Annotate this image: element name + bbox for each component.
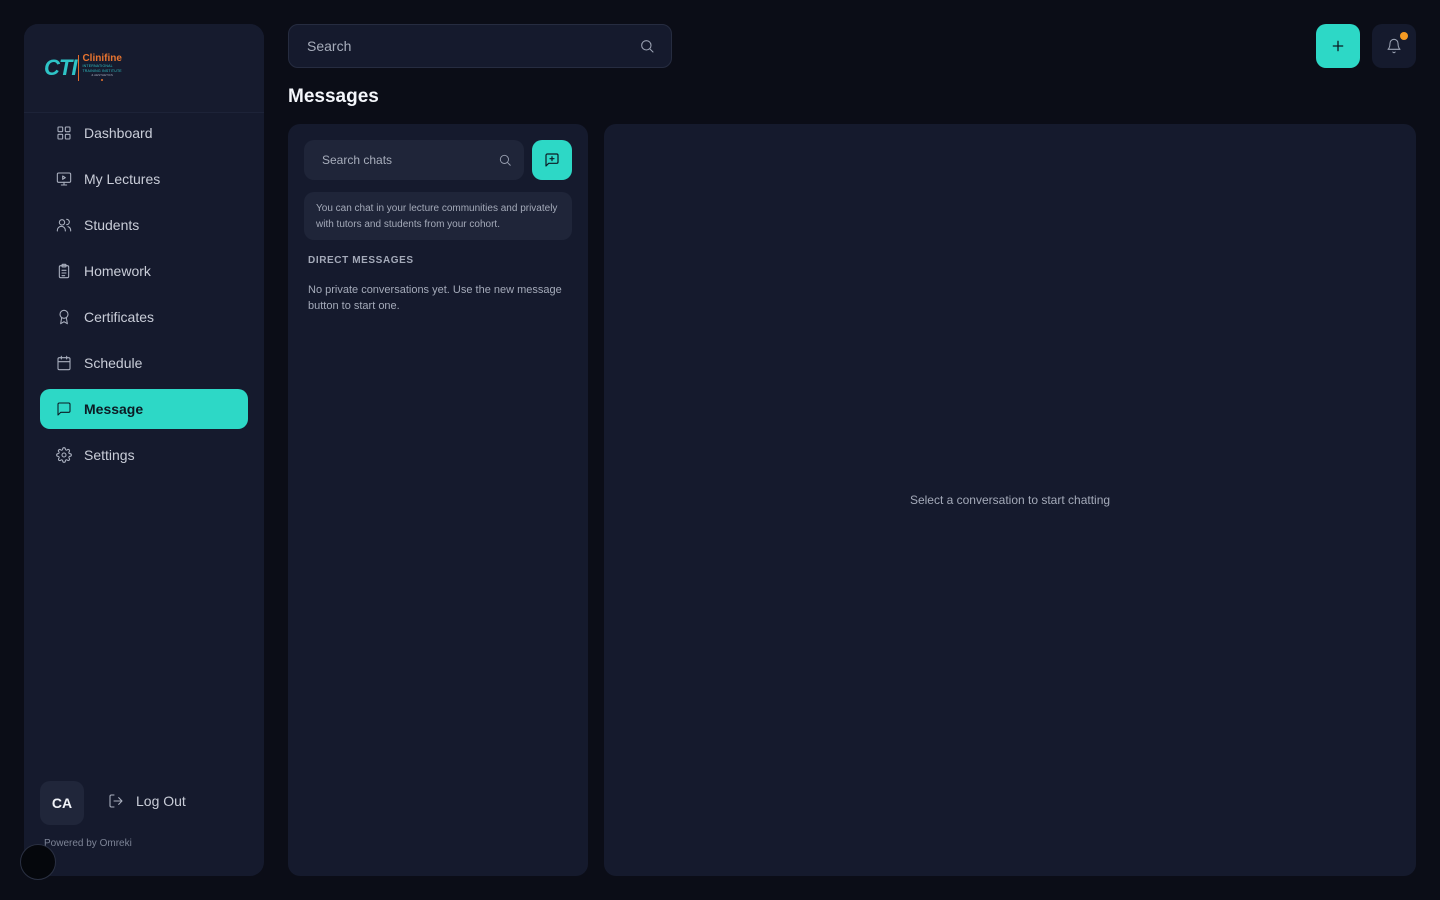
logo-divider — [78, 54, 80, 81]
logout-icon — [109, 794, 123, 808]
notification-badge — [1400, 32, 1408, 40]
clipboard-icon — [58, 263, 70, 279]
sidebar: CTI Clinifine INTERNATIONAL TRAINING INS… — [24, 24, 264, 876]
logo-area: CTI Clinifine INTERNATIONAL TRAINING INS… — [24, 24, 264, 113]
direct-messages-heading: DIRECT MESSAGES — [308, 255, 414, 266]
chat-search-input[interactable] — [320, 152, 498, 168]
grid-icon — [57, 126, 71, 140]
sidebar-item-my-lectures[interactable]: My Lectures — [40, 159, 248, 199]
bell-icon — [1387, 38, 1401, 54]
sidebar-item-label: Settings — [84, 447, 135, 463]
new-message-button[interactable] — [532, 140, 572, 180]
search-icon[interactable] — [639, 38, 655, 54]
sidebar-item-settings[interactable]: Settings — [40, 435, 248, 475]
chat-info-note: You can chat in your lecture communities… — [304, 192, 572, 240]
monitor-play-icon — [56, 172, 72, 186]
sidebar-footer: CA Log Out — [40, 781, 248, 825]
search-input[interactable] — [305, 37, 639, 55]
sidebar-item-homework[interactable]: Homework — [40, 251, 248, 291]
floating-circle-button[interactable] — [20, 844, 56, 880]
chat-list-panel: You can chat in your lecture communities… — [288, 124, 588, 876]
calendar-icon — [57, 355, 71, 371]
logo-text: Clinifine INTERNATIONAL TRAINING INSTITU… — [82, 53, 122, 81]
message-square-icon — [57, 402, 71, 416]
sidebar-item-label: Schedule — [84, 355, 143, 371]
logo-line-1: INTERNATIONAL — [82, 64, 113, 68]
logo-mark: CTI — [44, 54, 77, 80]
sidebar-item-label: Message — [84, 401, 144, 417]
message-plus-icon — [545, 153, 559, 167]
sidebar-item-certificates[interactable]: Certificates — [40, 297, 248, 337]
award-icon — [59, 309, 69, 325]
conversation-panel: Select a conversation to start chatting — [604, 124, 1416, 876]
users-icon — [56, 218, 72, 232]
page-title: Messages — [288, 86, 379, 107]
sidebar-item-dashboard[interactable]: Dashboard — [40, 113, 248, 153]
sidebar-item-label: Certificates — [84, 309, 155, 325]
logo-line-3: & AESTHETICS — [91, 73, 113, 77]
plus-icon — [1332, 40, 1344, 52]
sidebar-item-label: My Lectures — [84, 171, 161, 187]
brand-logo[interactable]: CTI Clinifine INTERNATIONAL TRAINING INS… — [44, 54, 122, 81]
logo-name: Clinifine — [82, 53, 122, 64]
sidebar-nav: Dashboard My Lectures Students Homework … — [40, 113, 248, 481]
sidebar-item-label: Homework — [84, 263, 151, 279]
logout-button[interactable]: Log Out — [108, 793, 186, 809]
add-button[interactable] — [1316, 24, 1360, 68]
notifications-button[interactable] — [1372, 24, 1416, 68]
gear-icon — [56, 447, 72, 463]
sidebar-item-label: Students — [84, 217, 140, 233]
avatar[interactable]: CA — [40, 781, 84, 825]
global-search-box[interactable] — [288, 24, 672, 68]
powered-by-text: Powered by Omreki — [44, 838, 132, 849]
sidebar-item-label: Dashboard — [84, 125, 153, 141]
sidebar-item-schedule[interactable]: Schedule — [40, 343, 248, 383]
direct-messages-empty-text: No private conversations yet. Use the ne… — [308, 284, 562, 312]
chat-search-box[interactable] — [304, 140, 524, 180]
logout-label: Log Out — [136, 793, 186, 809]
conversation-empty-text: Select a conversation to start chatting — [909, 493, 1111, 507]
sidebar-item-message[interactable]: Message — [40, 389, 248, 429]
sidebar-item-students[interactable]: Students — [40, 205, 248, 245]
search-icon[interactable] — [498, 153, 512, 167]
logo-dot — [101, 79, 104, 81]
